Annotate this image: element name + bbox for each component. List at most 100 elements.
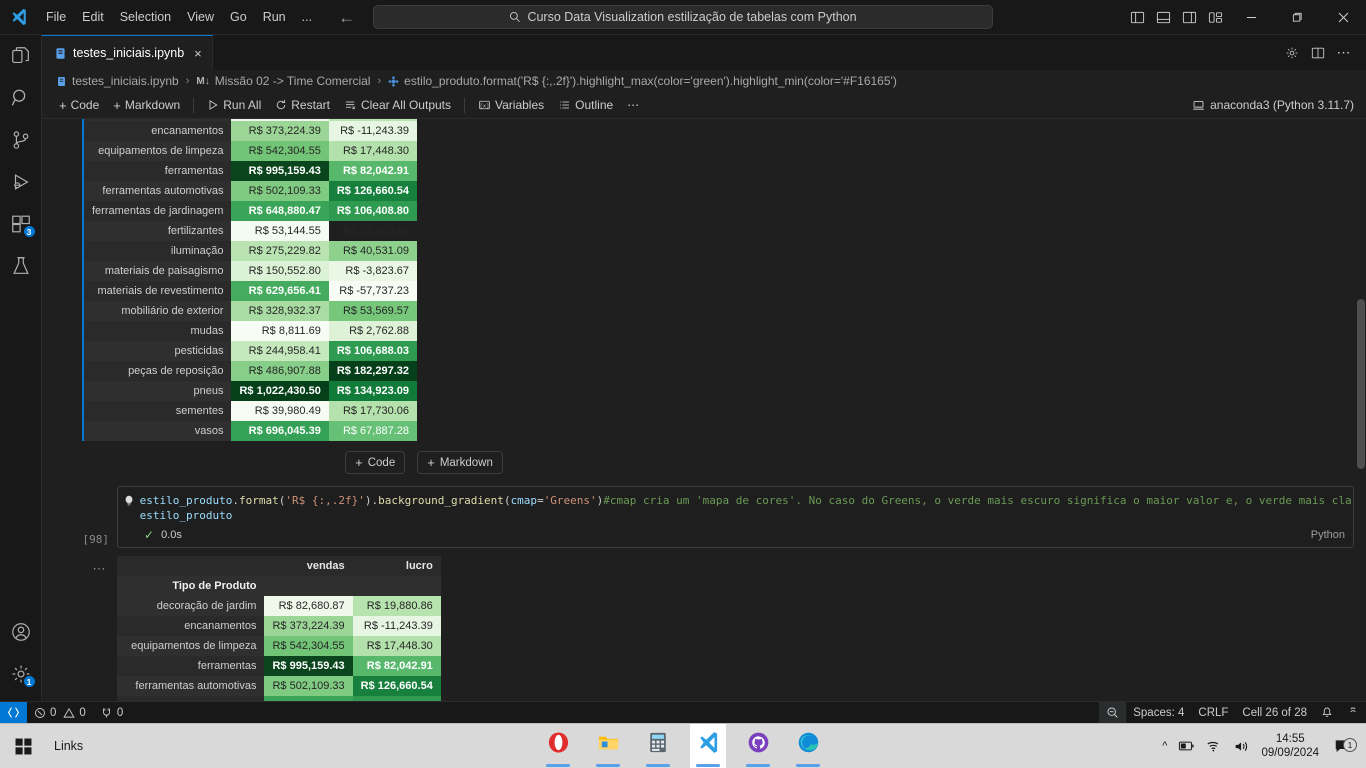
sidebar-item-search[interactable] — [0, 77, 42, 119]
sidebar-item-manage[interactable]: 1 — [0, 653, 42, 695]
toggle-primary-sidebar-icon[interactable] — [1124, 0, 1150, 35]
table-2-index-name: Tipo de Produto — [117, 576, 265, 596]
remote-host-button[interactable] — [0, 701, 27, 724]
start-button[interactable] — [0, 738, 46, 755]
output-more-icon[interactable]: ⋯ — [93, 561, 107, 576]
table-row-label: materiais de revestimento — [84, 281, 232, 301]
cell-language-label: Python — [1310, 529, 1345, 541]
eol-label: CRLF — [1198, 706, 1229, 719]
breadcrumb-file[interactable]: testes_iniciais.ipynb — [56, 74, 179, 88]
taskbar-links-label[interactable]: Links — [46, 739, 83, 753]
table-2-body: decoração de jardim R$ 82,680.87 R$ 19,880… — [117, 596, 441, 701]
sidebar-item-accounts[interactable] — [0, 611, 42, 653]
add-markdown-cell-label: Markdown — [124, 98, 181, 112]
code-editor[interactable]: estilo_produto.format('R$ {:,.2f}').back… — [118, 487, 1353, 527]
table-cell-lucro: R$ 182,297.32 — [328, 361, 417, 381]
menu-edit[interactable]: Edit — [74, 7, 112, 27]
run-all-button[interactable]: Run All — [200, 96, 268, 114]
sidebar-item-testing[interactable] — [0, 245, 42, 287]
volume-icon[interactable] — [1233, 739, 1250, 754]
breadcrumb-section[interactable]: M↓ Missão 02 -> Time Comercial — [196, 74, 370, 88]
breadcrumb-file-label: testes_iniciais.ipynb — [72, 74, 179, 88]
tray-expand-icon[interactable]: ^ — [1162, 740, 1167, 752]
table-cell-lucro: R$ -11,243.39 — [352, 616, 441, 636]
notebook-scrollbar[interactable] — [1356, 119, 1366, 701]
taskbar-app-file-explorer[interactable] — [590, 724, 626, 768]
spaces-label: Spaces: 4 — [1133, 706, 1185, 719]
sidebar-item-source-control[interactable] — [0, 119, 42, 161]
vscode-window: File Edit Selection View Go Run ... ← → … — [0, 0, 1366, 768]
split-editor-icon[interactable] — [1306, 35, 1330, 70]
taskbar-app-opera[interactable] — [540, 724, 576, 768]
taskbar-app-edge[interactable] — [790, 724, 826, 768]
breadcrumb-cell[interactable]: estilo_produto.format('R$ {:,.2f}').high… — [388, 74, 897, 88]
table-cell-lucro: R$ 82,042.91 — [328, 161, 417, 181]
clear-all-outputs-button[interactable]: Clear All Outputs — [337, 96, 458, 114]
ports-count: 0 — [116, 706, 124, 719]
ports-button[interactable]: 0 — [93, 702, 130, 724]
editor-more-actions-icon[interactable]: ⋯ — [1332, 35, 1356, 70]
table-cell-lucro: R$ 106,408.80 — [352, 696, 441, 701]
sidebar-item-explorer[interactable] — [0, 35, 42, 77]
menu-run[interactable]: Run — [255, 7, 294, 27]
restart-button[interactable]: Restart — [268, 96, 337, 114]
menu-view[interactable]: View — [179, 7, 222, 27]
code-cell[interactable]: estilo_produto.format('R$ {:,.2f}').back… — [117, 486, 1354, 548]
add-markdown-cell-button[interactable]: + Markdown — [106, 96, 187, 115]
taskbar-indicator-explorer — [596, 763, 620, 767]
maximize-restore-button[interactable] — [1274, 0, 1320, 35]
table-cell-lucro: R$ 126,660.54 — [352, 676, 441, 696]
kernel-selector[interactable]: anaconda3 (Python 3.11.7) — [1192, 98, 1358, 112]
insert-code-cell-button[interactable]: + Code — [345, 451, 406, 474]
scrollbar-thumb[interactable] — [1357, 299, 1365, 469]
menu-go[interactable]: Go — [222, 7, 255, 27]
customize-layout-icon[interactable] — [1202, 0, 1228, 35]
taskbar-clock[interactable]: 14:55 09/09/2024 — [1261, 732, 1319, 760]
output-options-gutter[interactable]: ⋯ — [82, 556, 117, 701]
menu-more[interactable]: ... — [294, 7, 320, 27]
menu-file[interactable]: File — [38, 7, 74, 27]
toggle-panel-icon[interactable] — [1150, 0, 1176, 35]
table-row-label: encanamentos — [117, 616, 265, 636]
cell-position-button[interactable]: Cell 26 of 28 — [1235, 702, 1314, 724]
close-button[interactable] — [1320, 0, 1366, 35]
variables-button[interactable]: [x] Variables — [471, 96, 551, 114]
tab-close-icon[interactable]: × — [194, 46, 202, 61]
table-cell-vendas: R$ 696,045.39 — [231, 421, 329, 441]
insert-markdown-cell-button[interactable]: + Markdown — [417, 451, 503, 474]
taskbar-app-github-desktop[interactable] — [740, 724, 776, 768]
sidebar-item-run-and-debug[interactable] — [0, 161, 42, 203]
arrow-left-icon[interactable]: ← — [338, 9, 355, 26]
wifi-icon[interactable] — [1206, 739, 1222, 753]
command-search-bar[interactable]: Curso Data Visualization estilização de … — [373, 5, 993, 29]
add-code-cell-button[interactable]: + Code — [52, 96, 106, 115]
indentation-button[interactable]: Spaces: 4 — [1126, 702, 1191, 724]
eol-button[interactable]: CRLF — [1191, 702, 1235, 724]
table-cell-lucro: R$ 106,688.03 — [328, 341, 417, 361]
notebook-scroll-area[interactable]: decoração de jardimR$ 82,680.87R$ 19,880… — [42, 119, 1366, 701]
screencast-button[interactable] — [1099, 701, 1127, 724]
battery-icon[interactable] — [1178, 739, 1195, 753]
opera-icon — [548, 731, 568, 753]
remote-explorer-button[interactable] — [1340, 702, 1366, 724]
remote-icon — [7, 707, 20, 718]
table-cell-vendas: R$ 648,880.47 — [231, 201, 329, 221]
table-cell-vendas: R$ 39,980.49 — [231, 401, 329, 421]
toolbar-more-button[interactable]: ⋯ — [620, 96, 646, 114]
notification-center-button[interactable]: 1 — [1330, 738, 1357, 754]
notebook-settings-icon[interactable] — [1280, 35, 1304, 70]
run-debug-icon — [13, 174, 29, 190]
menu-selection[interactable]: Selection — [112, 7, 179, 27]
taskbar-app-vscode[interactable] — [690, 723, 726, 768]
lightbulb-icon[interactable] — [118, 493, 140, 508]
outline-button[interactable]: Outline — [551, 96, 620, 114]
taskbar-app-calculator[interactable] — [640, 724, 676, 768]
notifications-button[interactable] — [1314, 702, 1340, 724]
minimize-button[interactable] — [1228, 0, 1274, 35]
problems-button[interactable]: 0 0 — [27, 702, 93, 724]
activity-bar: 3 1 — [0, 35, 42, 701]
table-cell-vendas: R$ 542,304.55 — [264, 636, 353, 656]
sidebar-item-extensions[interactable]: 3 — [0, 203, 42, 245]
tab-testes-iniciais[interactable]: testes_iniciais.ipynb × — [42, 35, 213, 70]
toggle-secondary-sidebar-icon[interactable] — [1176, 0, 1202, 35]
